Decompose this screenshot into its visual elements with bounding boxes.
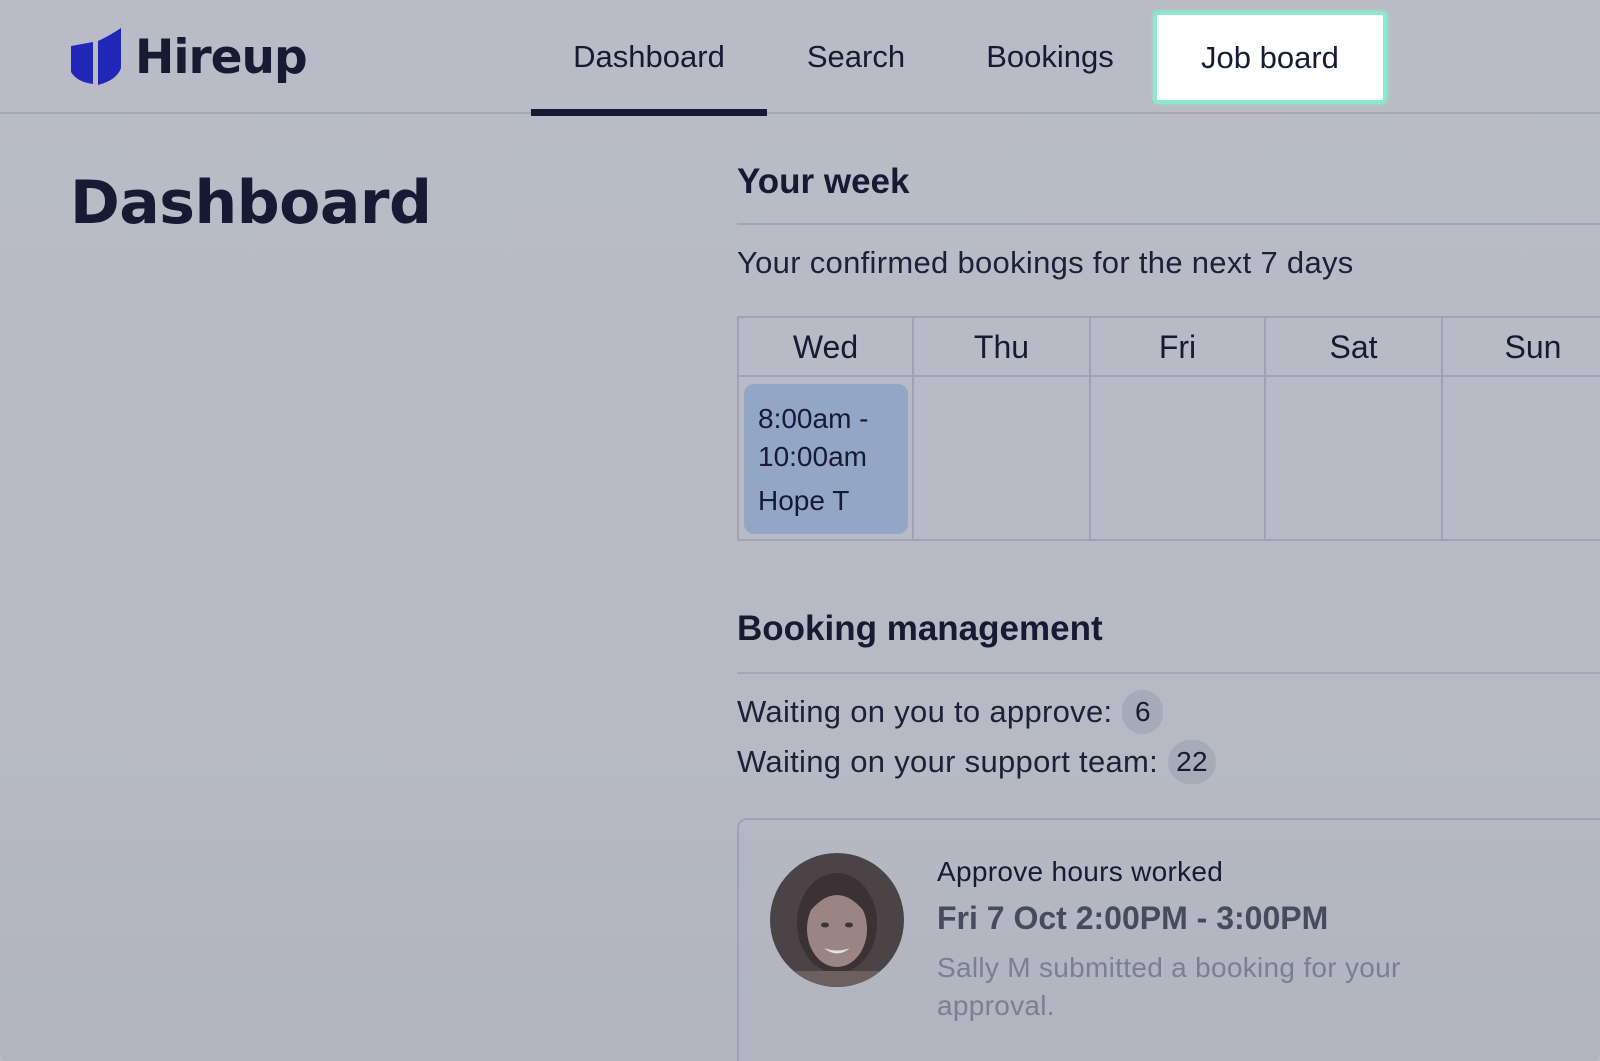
day-label: Sat — [1329, 329, 1378, 365]
approve-waiting-label: Waiting on you to approve: — [737, 694, 1113, 729]
nav-search[interactable]: Search — [790, 0, 922, 114]
approval-card-desc-line: Sally M submitted a booking for your — [937, 952, 1401, 983]
support-count-badge: 22 — [1168, 740, 1216, 784]
your-week-subtitle: Your confirmed bookings for the next 7 d… — [737, 245, 1354, 280]
day-label: Fri — [1158, 329, 1197, 365]
approve-count-badge: 6 — [1122, 690, 1164, 734]
approval-card-kicker: Approve hours worked — [937, 856, 1224, 887]
page-title: Dashboard — [70, 168, 432, 238]
nav-bookings[interactable]: Bookings — [966, 0, 1134, 114]
booking-card[interactable]: 8:00am - 10:00am Hope T — [744, 384, 908, 534]
divider — [737, 672, 1600, 674]
hireup-shield-icon — [71, 28, 121, 85]
approve-waiting-row[interactable]: Waiting on you to approve: 6 — [737, 690, 1164, 734]
day-column-fri: Fri — [1091, 318, 1266, 539]
approval-card-description: Sally M submitted a booking for your app… — [937, 949, 1497, 1025]
day-label: Sun — [1504, 329, 1562, 365]
support-waiting-row[interactable]: Waiting on your support team: 22 — [737, 740, 1216, 784]
divider — [737, 223, 1600, 225]
top-navigation-bar: Hireup Dashboard Search Bookings Job boa… — [0, 0, 1600, 116]
day-label: Wed — [792, 329, 859, 365]
week-calendar: Wed 8:00am - 10:00am Hope T Thu Fri Sat … — [737, 316, 1600, 541]
booking-worker-name: Hope T — [758, 485, 850, 516]
day-column-thu: Thu — [914, 318, 1091, 539]
approval-card[interactable]: Approve hours worked Fri 7 Oct 2:00PM - … — [737, 818, 1600, 1061]
approval-card-title: Fri 7 Oct 2:00PM - 3:00PM — [937, 900, 1329, 936]
booking-time-end: 10:00am — [758, 441, 867, 472]
approval-card-content: Approve hours worked Fri 7 Oct 2:00PM - … — [937, 856, 1497, 1025]
booking-management-heading: Booking management — [737, 609, 1103, 648]
nav-dashboard[interactable]: Dashboard — [531, 0, 767, 116]
support-waiting-label: Waiting on your support team: — [737, 744, 1159, 779]
booking-time-start: 8:00am - — [758, 403, 869, 434]
brand-name: Hireup — [135, 29, 308, 85]
day-label: Thu — [973, 329, 1030, 365]
user-avatar-icon — [770, 853, 904, 987]
brand-logo[interactable]: Hireup — [69, 28, 308, 86]
your-week-heading: Your week — [737, 162, 910, 201]
day-column-sun: Sun — [1443, 318, 1600, 539]
day-column-wed: Wed 8:00am - 10:00am Hope T — [739, 318, 914, 539]
approval-card-desc-line: approval. — [937, 990, 1055, 1021]
app-frame: Hireup Dashboard Search Bookings Job boa… — [0, 0, 1600, 1061]
day-column-sat: Sat — [1266, 318, 1443, 539]
nav-job-board[interactable]: Job board — [1153, 11, 1387, 104]
